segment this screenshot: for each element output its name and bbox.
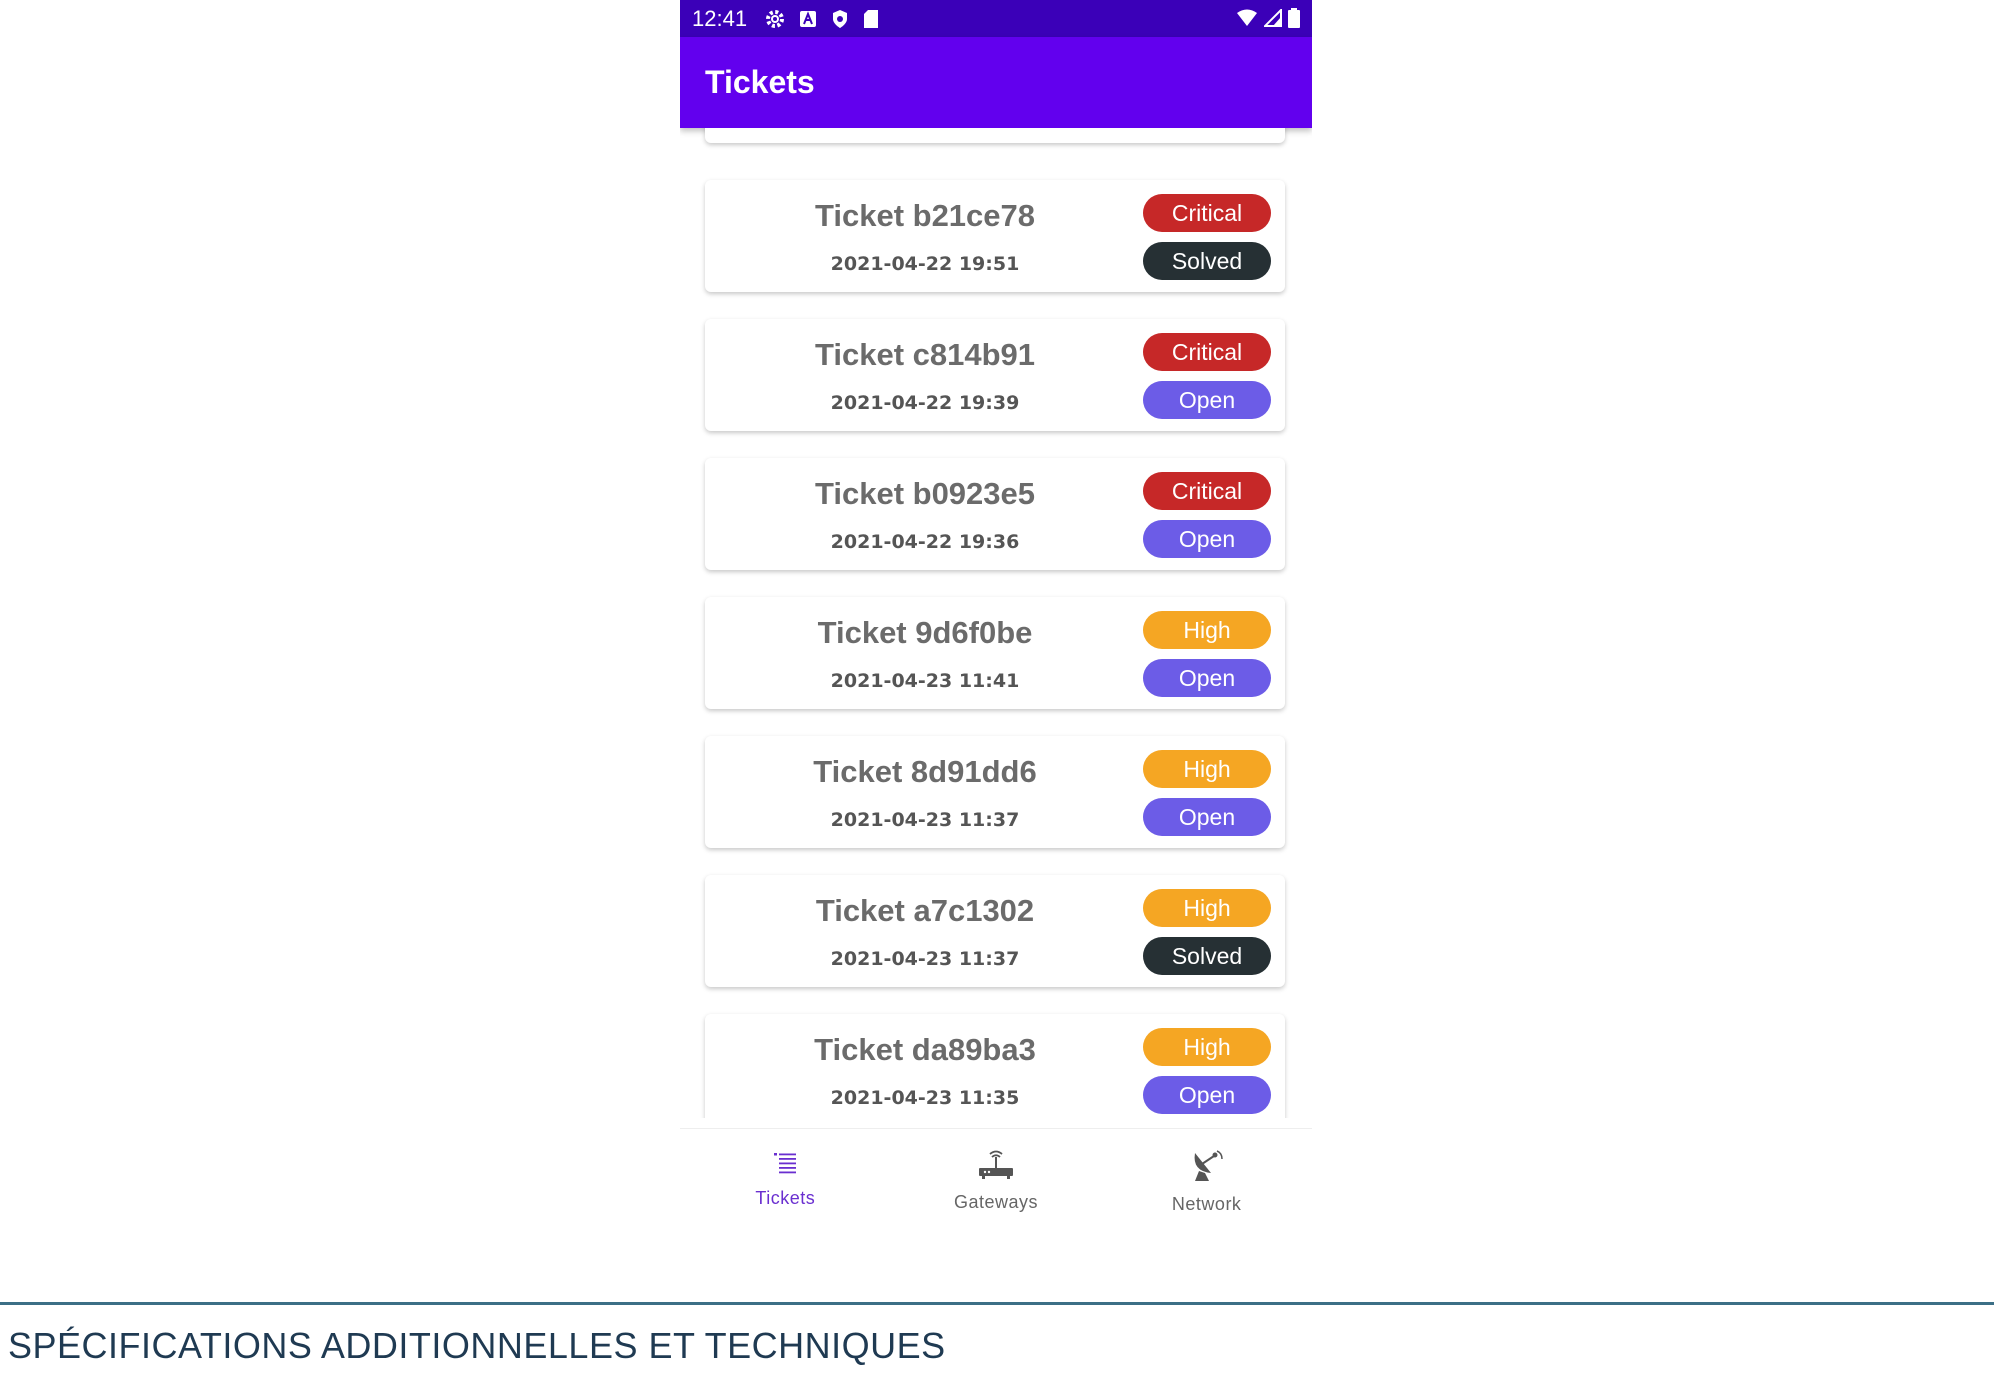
- a-badge-icon: [799, 10, 817, 28]
- footer-caption: SPÉCIFICATIONS ADDITIONNELLES ET TECHNIQ…: [8, 1325, 946, 1366]
- status-badge: Open: [1143, 659, 1271, 697]
- satellite-dish-icon: [1189, 1149, 1225, 1188]
- ticket-date: 2021-04-22 19:51: [830, 253, 1020, 275]
- ticket-title: Ticket a7c1302: [815, 893, 1035, 928]
- nav-network[interactable]: Network: [1101, 1129, 1312, 1220]
- nav-gateways-label: Gateways: [953, 1192, 1039, 1212]
- shield-icon: [831, 9, 849, 29]
- ticket-date: 2021-04-22 19:39: [830, 392, 1020, 414]
- ticket-title: Ticket c814b91: [814, 337, 1036, 372]
- nav-tickets[interactable]: Tickets: [680, 1129, 891, 1220]
- bottom-navigation: Tickets Gateways Network: [680, 1128, 1312, 1220]
- ticket-title: Ticket 8d91dd6: [813, 754, 1037, 789]
- ticket-card[interactable]: Ticket c814b91 2021-04-22 19:39 Critical…: [705, 319, 1285, 431]
- ticket-title: Ticket da89ba3: [814, 1032, 1036, 1067]
- priority-badge: Critical: [1143, 194, 1271, 232]
- priority-badge: High: [1143, 889, 1271, 927]
- page-title: Tickets: [705, 64, 815, 100]
- sd-card-icon: [863, 9, 879, 29]
- ticket-date: 2021-04-23 11:37: [830, 809, 1020, 831]
- ticket-card-partial[interactable]: [705, 128, 1285, 143]
- wifi-icon: [1236, 9, 1258, 32]
- nav-gateways[interactable]: Gateways: [891, 1129, 1102, 1220]
- status-badge: Open: [1143, 381, 1271, 419]
- priority-badge: High: [1143, 750, 1271, 788]
- ticket-date: 2021-04-23 11:37: [830, 948, 1020, 970]
- app-bar: Tickets: [680, 37, 1312, 128]
- ticket-card[interactable]: Ticket da89ba3 2021-04-23 11:35 High Ope…: [705, 1014, 1285, 1118]
- footer-divider: [0, 1302, 1994, 1305]
- status-badge: Open: [1143, 1076, 1271, 1114]
- nav-tickets-label: Tickets: [755, 1188, 816, 1208]
- status-badge: Solved: [1143, 937, 1271, 975]
- status-badge: Open: [1143, 520, 1271, 558]
- ticket-title: Ticket b0923e5: [814, 476, 1036, 511]
- router-icon: [977, 1149, 1015, 1186]
- battery-icon: [1288, 8, 1300, 33]
- priority-badge: High: [1143, 611, 1271, 649]
- priority-badge: High: [1143, 1028, 1271, 1066]
- ticket-title: Ticket 9d6f0be: [817, 615, 1033, 650]
- ticket-title: Ticket b21ce78: [814, 198, 1036, 233]
- status-bar: 12:41: [680, 0, 1312, 37]
- ticket-date: 2021-04-23 11:35: [830, 1087, 1020, 1109]
- status-time: 12:41: [692, 5, 748, 31]
- signal-icon: [1262, 7, 1282, 32]
- nav-network-label: Network: [1171, 1194, 1242, 1214]
- status-badge: Open: [1143, 798, 1271, 836]
- status-right: [1236, 7, 1300, 33]
- priority-badge: Critical: [1143, 333, 1271, 371]
- ticket-card[interactable]: Ticket 8d91dd6 2021-04-23 11:37 High Ope…: [705, 736, 1285, 848]
- ticket-card[interactable]: Ticket b21ce78 2021-04-22 19:51 Critical…: [705, 180, 1285, 292]
- ticket-date: 2021-04-22 19:36: [830, 531, 1020, 553]
- priority-badge: Critical: [1143, 472, 1271, 510]
- ticket-list[interactable]: Ticket b21ce78 2021-04-22 19:51 Critical…: [680, 128, 1312, 1118]
- gear-icon: [765, 9, 785, 29]
- ticket-card[interactable]: Ticket 9d6f0be 2021-04-23 11:41 High Ope…: [705, 597, 1285, 709]
- ticket-card[interactable]: Ticket a7c1302 2021-04-23 11:37 High Sol…: [705, 875, 1285, 987]
- ticket-card[interactable]: Ticket b0923e5 2021-04-22 19:36 Critical…: [705, 458, 1285, 570]
- list-icon: [771, 1149, 799, 1182]
- status-badge: Solved: [1143, 242, 1271, 280]
- ticket-date: 2021-04-23 11:41: [830, 670, 1020, 692]
- phone-screen: 12:41 Tickets Ticket b21ce78 2021-04-22 …: [680, 0, 1312, 1220]
